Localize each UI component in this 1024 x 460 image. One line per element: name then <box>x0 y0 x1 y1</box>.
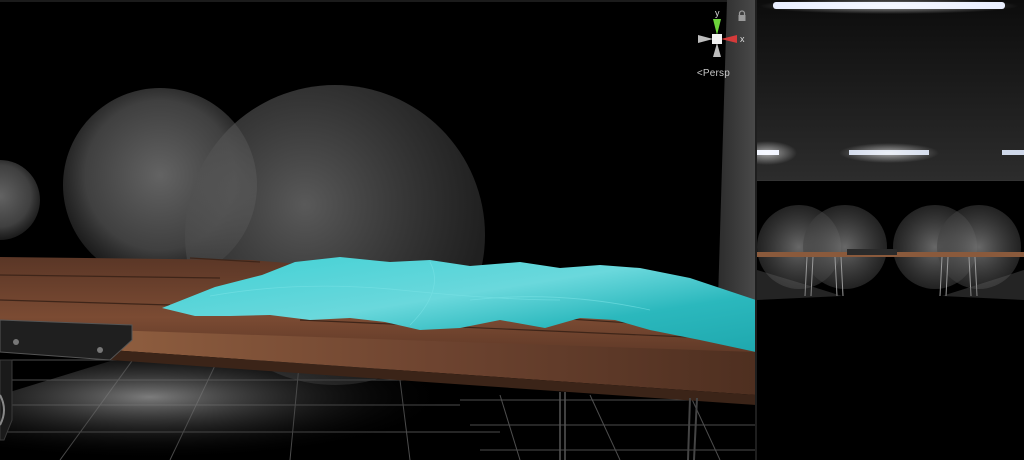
gizmo-neg-x-axis[interactable] <box>698 35 713 43</box>
gizmo-y-axis[interactable] <box>713 19 721 35</box>
light-volume <box>803 205 887 289</box>
projection-toggle[interactable]: <Persp <box>690 68 730 79</box>
gizmo-center-cube[interactable] <box>712 34 722 44</box>
game-view[interactable] <box>757 0 1024 460</box>
table-leg <box>687 397 698 460</box>
scene-view[interactable]: y x <Persp <box>0 0 756 460</box>
bolt <box>97 347 103 353</box>
bolt <box>13 339 19 345</box>
wall-line <box>757 180 1024 181</box>
ceiling-light-glow <box>839 143 939 163</box>
ceiling-light <box>1002 150 1024 155</box>
gizmo-x-label: x <box>740 34 745 44</box>
lock-icon[interactable] <box>737 10 747 22</box>
gizmo-x-axis[interactable] <box>721 35 737 43</box>
game-viewport <box>757 0 1024 300</box>
metal-bracket <box>0 319 133 361</box>
gizmo-y-label: y <box>715 8 720 18</box>
projection-label: Persp <box>702 68 730 79</box>
table-object <box>847 249 897 255</box>
editor-window: y x <Persp <box>0 0 1024 460</box>
table-top <box>890 252 1024 257</box>
light-volume <box>0 160 40 240</box>
scene-viewport[interactable] <box>0 0 756 460</box>
gizmo-neg-y-axis[interactable] <box>713 43 721 57</box>
